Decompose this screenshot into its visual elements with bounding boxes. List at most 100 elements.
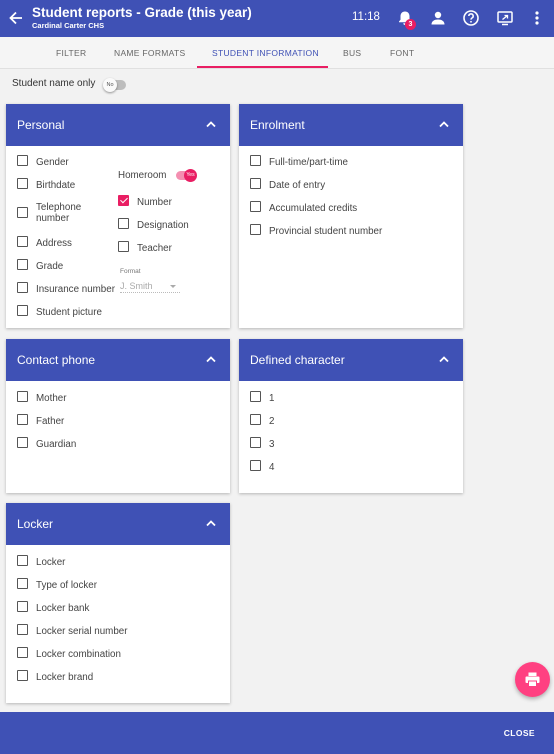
printer-icon: [525, 672, 540, 687]
mother-checkbox[interactable]: [17, 391, 28, 402]
chevron-up-icon[interactable]: [205, 354, 217, 364]
locker-serial-number-label: Locker serial number: [36, 626, 128, 637]
type-of-locker-checkbox[interactable]: [17, 578, 28, 589]
father-label: Father: [36, 416, 65, 427]
accumulated-credits-label: Accumulated credits: [269, 203, 358, 214]
homeroom-number-checkbox[interactable]: [118, 195, 129, 206]
defined-character-title: Defined character: [250, 353, 345, 367]
personal-title: Personal: [17, 118, 65, 132]
back-arrow-icon[interactable]: [8, 9, 24, 27]
contact-phone-card-header[interactable]: Contact phone: [6, 339, 230, 381]
locker-brand-label: Locker brand: [36, 672, 94, 683]
provincial-student-number-label: Provincial student number: [269, 226, 383, 237]
student-picture-label: Student picture: [36, 307, 102, 318]
tab-bus[interactable]: BUS: [343, 48, 361, 58]
locker-checkbox[interactable]: [17, 555, 28, 566]
student-name-only-toggle[interactable]: No: [103, 78, 126, 92]
locker-brand-checkbox[interactable]: [17, 670, 28, 681]
chevron-up-icon[interactable]: [205, 119, 217, 129]
locker-combination-checkbox[interactable]: [17, 647, 28, 658]
tab-name-formats[interactable]: NAME FORMATS: [114, 48, 185, 58]
gender-label: Gender: [36, 157, 69, 168]
toggle-knob: Yes: [184, 169, 197, 182]
format-label: Format: [120, 268, 141, 275]
defined-character-1-label: 1: [269, 393, 275, 404]
type-of-locker-label: Type of locker: [36, 580, 97, 591]
locker-combination-label: Locker combination: [36, 649, 121, 660]
birthdate-checkbox[interactable]: [17, 178, 28, 189]
locker-serial-number-checkbox[interactable]: [17, 624, 28, 635]
telephone-number-label: Telephone number: [36, 202, 82, 224]
personal-card: Personal Gender Birthdate Telephone numb…: [6, 104, 230, 328]
defined-character-3-checkbox[interactable]: [250, 437, 261, 448]
defined-character-3-label: 3: [269, 439, 275, 450]
father-checkbox[interactable]: [17, 414, 28, 425]
address-checkbox[interactable]: [17, 236, 28, 247]
enrolment-title: Enrolment: [250, 118, 305, 132]
guardian-checkbox[interactable]: [17, 437, 28, 448]
contact-phone-card: Contact phone Mother Father Guardian: [6, 339, 230, 493]
locker-bank-checkbox[interactable]: [17, 601, 28, 612]
full-time-part-time-label: Full-time/part-time: [269, 157, 348, 168]
tab-font[interactable]: FONT: [390, 48, 414, 58]
tab-student-information[interactable]: STUDENT INFORMATION: [212, 48, 319, 58]
defined-character-4-label: 4: [269, 462, 275, 473]
locker-card: Locker Locker Type of locker Locker bank…: [6, 503, 230, 703]
date-of-entry-checkbox[interactable]: [250, 178, 261, 189]
address-label: Address: [36, 238, 72, 249]
student-picture-checkbox[interactable]: [17, 305, 28, 316]
telephone-number-checkbox[interactable]: [17, 207, 28, 218]
locker-label: Locker: [36, 557, 66, 568]
tab-filter[interactable]: FILTER: [56, 48, 86, 58]
help-icon[interactable]: [462, 9, 480, 27]
page-title: Student reports - Grade (this year): [32, 5, 252, 20]
locker-card-header[interactable]: Locker: [6, 503, 230, 545]
screen-share-icon[interactable]: [496, 9, 514, 27]
homeroom-designation-checkbox[interactable]: [118, 218, 129, 229]
personal-card-header[interactable]: Personal: [6, 104, 230, 146]
defined-character-2-checkbox[interactable]: [250, 414, 261, 425]
toggle-knob: No: [103, 78, 117, 92]
school-name: Cardinal Carter CHS: [32, 21, 105, 30]
chevron-up-icon[interactable]: [438, 119, 450, 129]
format-value: J. Smith: [120, 281, 153, 291]
bottom-bar: CLOSE: [0, 712, 554, 754]
clock: 11:18: [352, 11, 380, 23]
gender-checkbox[interactable]: [17, 155, 28, 166]
more-vert-icon[interactable]: [528, 9, 546, 27]
notification-badge: 3: [405, 19, 416, 30]
close-button[interactable]: CLOSE: [504, 728, 535, 738]
format-select[interactable]: J. Smith: [120, 281, 180, 293]
grade-checkbox[interactable]: [17, 259, 28, 270]
defined-character-2-label: 2: [269, 416, 275, 427]
enrolment-card: Enrolment Full-time/part-time Date of en…: [239, 104, 463, 328]
guardian-label: Guardian: [36, 439, 77, 450]
homeroom-teacher-checkbox[interactable]: [118, 241, 129, 252]
defined-character-card-header[interactable]: Defined character: [239, 339, 463, 381]
homeroom-number-label: Number: [137, 197, 172, 208]
tab-bar: FILTER NAME FORMATS STUDENT INFORMATION …: [0, 37, 554, 69]
enrolment-card-header[interactable]: Enrolment: [239, 104, 463, 146]
homeroom-label: Homeroom: [118, 170, 167, 181]
homeroom-toggle[interactable]: Yes: [176, 169, 197, 182]
insurance-number-label: Insurance number: [36, 284, 115, 295]
full-time-part-time-checkbox[interactable]: [250, 155, 261, 166]
homeroom-teacher-label: Teacher: [137, 243, 172, 254]
print-button[interactable]: [515, 662, 550, 697]
defined-character-card: Defined character 1 2 3 4: [239, 339, 463, 493]
provincial-student-number-checkbox[interactable]: [250, 224, 261, 235]
dropdown-arrow-icon: [170, 285, 176, 288]
defined-character-4-checkbox[interactable]: [250, 460, 261, 471]
defined-character-1-checkbox[interactable]: [250, 391, 261, 402]
mother-label: Mother: [36, 393, 67, 404]
active-tab-indicator: [197, 66, 328, 68]
app-bar: Student reports - Grade (this year) Card…: [0, 0, 554, 37]
accumulated-credits-checkbox[interactable]: [250, 201, 261, 212]
date-of-entry-label: Date of entry: [269, 180, 326, 191]
person-icon[interactable]: [429, 9, 447, 27]
student-name-only-label: Student name only: [12, 78, 96, 89]
chevron-up-icon[interactable]: [438, 354, 450, 364]
homeroom-designation-label: Designation: [137, 220, 189, 231]
chevron-up-icon[interactable]: [205, 518, 217, 528]
insurance-number-checkbox[interactable]: [17, 282, 28, 293]
